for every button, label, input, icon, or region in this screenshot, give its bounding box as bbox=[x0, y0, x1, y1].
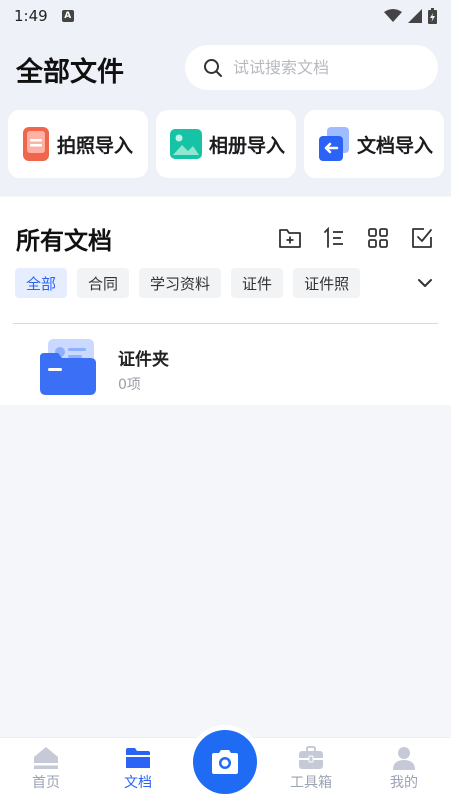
cell-signal-icon bbox=[408, 9, 422, 23]
search-icon bbox=[204, 58, 222, 77]
photo-import-label: 拍照导入 bbox=[57, 134, 134, 157]
gallery-import-label: 相册导入 bbox=[209, 134, 286, 157]
select-icon bbox=[412, 228, 432, 248]
document-import-icon bbox=[319, 127, 349, 161]
tab-documents-label: 文档 bbox=[124, 775, 152, 791]
tab-toolbox[interactable]: 工具箱 bbox=[281, 746, 341, 792]
user-icon bbox=[393, 747, 415, 770]
filter-chip-id-photo[interactable]: 证件照 bbox=[293, 268, 361, 298]
import-actions: 拍照导入 相册导入 文档导入 bbox=[8, 110, 444, 178]
filter-chip-all[interactable]: 全部 bbox=[15, 268, 68, 298]
top-area: 全部文件 拍照导入 相册导入 bbox=[0, 32, 451, 196]
new-folder-button[interactable] bbox=[277, 225, 303, 251]
id-folder-icon bbox=[40, 339, 96, 395]
search-bar[interactable] bbox=[185, 45, 438, 90]
document-import-button[interactable]: 文档导入 bbox=[304, 110, 444, 178]
page-title: 全部文件 bbox=[16, 57, 124, 88]
folder-item-count: 0项 bbox=[118, 377, 141, 393]
camera-scan-button[interactable] bbox=[193, 730, 257, 794]
folder-name: 证件夹 bbox=[118, 350, 169, 370]
status-indicators bbox=[384, 8, 437, 24]
new-folder-icon bbox=[279, 229, 301, 248]
select-button[interactable] bbox=[409, 225, 435, 251]
tab-home-label: 首页 bbox=[32, 775, 60, 791]
filter-chips: 全部 合同 学习资料 证件 证件照 bbox=[15, 268, 361, 298]
notification-badge-icon: A bbox=[61, 10, 74, 22]
document-import-label: 文档导入 bbox=[357, 134, 434, 157]
documents-toolbar bbox=[277, 225, 435, 251]
home-icon bbox=[34, 747, 58, 769]
grid-view-icon bbox=[368, 228, 388, 248]
filter-chip-contract[interactable]: 合同 bbox=[77, 268, 130, 298]
toolbox-icon bbox=[299, 746, 323, 769]
tab-documents[interactable]: 文档 bbox=[108, 746, 168, 792]
sort-button[interactable] bbox=[321, 225, 347, 251]
divider bbox=[13, 323, 438, 324]
documents-panel: 所有文档 全部 合同 学习资料 证件 证件照 证件夹 0项 bbox=[0, 197, 451, 405]
folder-icon bbox=[126, 748, 150, 768]
gallery-import-button[interactable]: 相册导入 bbox=[156, 110, 296, 178]
filter-chip-certificate[interactable]: 证件 bbox=[231, 268, 284, 298]
search-input[interactable] bbox=[233, 58, 423, 77]
photo-import-button[interactable]: 拍照导入 bbox=[8, 110, 148, 178]
status-time: 1:49 bbox=[14, 7, 48, 25]
tab-profile-label: 我的 bbox=[390, 775, 418, 791]
phone-camera-icon bbox=[23, 127, 49, 161]
gallery-icon bbox=[170, 129, 202, 159]
tab-toolbox-label: 工具箱 bbox=[290, 775, 332, 791]
camera-icon bbox=[212, 750, 238, 774]
expand-filters-button[interactable] bbox=[417, 273, 433, 292]
list-item[interactable]: 证件夹 0项 bbox=[0, 337, 451, 403]
section-title: 所有文档 bbox=[16, 227, 112, 255]
tab-home[interactable]: 首页 bbox=[16, 746, 76, 792]
grid-view-button[interactable] bbox=[365, 225, 391, 251]
chevron-down-icon bbox=[418, 279, 432, 287]
wifi-icon bbox=[384, 9, 402, 22]
battery-icon bbox=[428, 8, 437, 24]
filter-chip-study[interactable]: 学习资料 bbox=[139, 268, 222, 298]
tab-profile[interactable]: 我的 bbox=[374, 746, 434, 792]
sort-icon bbox=[324, 227, 343, 248]
status-bar: 1:49 A bbox=[0, 0, 451, 32]
